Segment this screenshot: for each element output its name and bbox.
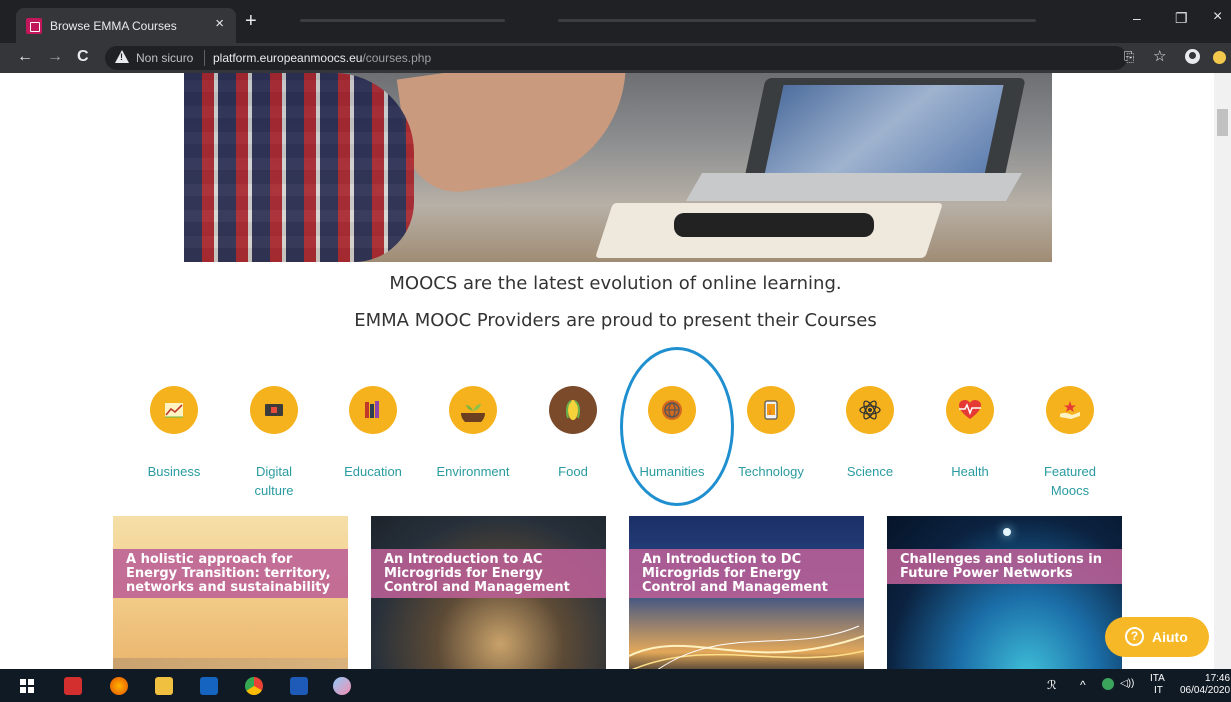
heartbeat-icon (946, 386, 994, 434)
category-environment[interactable]: Environment (423, 386, 523, 481)
category-label: Featured Moocs (1043, 464, 1097, 498)
translate-icon[interactable]: ⎘ (1124, 49, 1134, 65)
category-label: Food (558, 464, 588, 479)
category-food[interactable]: Food (523, 386, 623, 481)
keyboard-layout: IT (1154, 685, 1163, 696)
tab-title: Browse EMMA Courses (50, 19, 177, 33)
lead-text-line-1: MOOCS are the latest evolution of online… (389, 273, 842, 294)
divider (204, 50, 205, 66)
chrome-icon[interactable] (245, 677, 263, 695)
paint-icon[interactable] (333, 677, 351, 695)
firefox-icon[interactable] (110, 677, 128, 695)
extension-icon[interactable] (1213, 51, 1226, 64)
clock[interactable]: 17:46 06/04/2020 (1180, 673, 1230, 697)
corn-icon (549, 386, 597, 434)
browser-toolbar: ← → C Non sicuro platform.europeanmoocs.… (0, 43, 1231, 73)
course-card[interactable]: An Introduction to AC Microgrids for Ene… (371, 516, 606, 669)
category-label: Environment (436, 464, 510, 479)
language-code: ITA (1150, 673, 1165, 684)
category-science[interactable]: Science (820, 386, 920, 481)
category-digital-culture[interactable]: Digital culture (224, 386, 324, 500)
category-label: Science (846, 464, 894, 479)
file-explorer-icon[interactable] (155, 677, 173, 695)
hero-arm (396, 73, 642, 199)
category-label: Business (147, 464, 201, 479)
volume-icon[interactable]: ◁)) (1120, 678, 1134, 689)
books-icon (349, 386, 397, 434)
warning-icon[interactable] (115, 50, 129, 63)
course-title[interactable]: An Introduction to DC Microgrids for Ene… (629, 549, 864, 598)
category-label: Education (344, 464, 402, 479)
tab-placeholder (558, 19, 1036, 22)
outlook-icon[interactable] (200, 677, 218, 695)
windows-taskbar: ℛ ^ ◁)) ITA IT 17:46 06/04/2020 (0, 669, 1231, 702)
course-title[interactable]: A holistic approach for Energy Transitio… (113, 549, 348, 598)
close-window-button[interactable]: × (1213, 8, 1222, 26)
category-business[interactable]: Business (124, 386, 224, 481)
hero-image (184, 73, 1052, 262)
bookmark-star-icon[interactable]: ☆ (1153, 47, 1166, 65)
scrollbar-thumb[interactable] (1217, 109, 1228, 136)
business-chart-icon (150, 386, 198, 434)
help-icon: ? (1125, 627, 1144, 646)
card-light-spot (1003, 528, 1011, 536)
course-card[interactable]: A holistic approach for Energy Transitio… (113, 516, 348, 669)
word-icon[interactable] (290, 677, 308, 695)
help-button-label: Aiuto (1152, 629, 1188, 645)
back-button[interactable]: ← (17, 48, 33, 66)
clock-time: 17:46 (1205, 673, 1231, 684)
course-card[interactable]: An Introduction to DC Microgrids for Ene… (629, 516, 864, 669)
pdf-reader-icon[interactable] (64, 677, 82, 695)
tab-placeholder (300, 19, 505, 22)
sprout-icon (449, 386, 497, 434)
star-hand-icon (1046, 386, 1094, 434)
page-scrollbar[interactable] (1214, 73, 1231, 669)
url-text[interactable]: platform.europeanmoocs.eu/courses.php (213, 51, 431, 65)
category-label: Digital culture (254, 464, 294, 498)
emma-favicon-icon (26, 18, 42, 34)
reload-button[interactable]: C (77, 48, 89, 66)
tab-close-icon[interactable]: × (215, 15, 224, 32)
tray-chevron-icon[interactable]: ^ (1080, 678, 1086, 692)
category-health[interactable]: Health (920, 386, 1020, 481)
atom-icon (846, 386, 894, 434)
card-light-trails (629, 625, 864, 669)
tablet-icon (747, 386, 795, 434)
help-button[interactable]: ? Aiuto (1105, 617, 1209, 657)
security-label[interactable]: Non sicuro (136, 51, 193, 65)
category-technology[interactable]: Technology (721, 386, 821, 481)
new-tab-button[interactable]: + (245, 10, 257, 33)
category-label: Health (951, 464, 989, 479)
clock-date: 06/04/2020 (1180, 685, 1231, 696)
network-icon[interactable] (1102, 678, 1114, 690)
browser-tab-strip: Browse EMMA Courses × + – ❐ × (0, 0, 1231, 43)
people-icon[interactable]: ℛ (1047, 678, 1057, 692)
hero-keyboard (685, 173, 1023, 201)
category-label: Technology (738, 464, 804, 479)
url-path: /courses.php (362, 51, 432, 65)
page-content: MOOCS are the latest evolution of online… (0, 73, 1231, 669)
url-host: platform.europeanmoocs.eu (213, 51, 363, 65)
lead-text-line-2: EMMA MOOC Providers are proud to present… (354, 310, 877, 331)
card-skyline (113, 658, 348, 669)
course-title[interactable]: Challenges and solutions in Future Power… (887, 549, 1122, 584)
language-indicator[interactable]: ITA IT (1150, 673, 1165, 697)
minimize-button[interactable]: – (1133, 10, 1141, 26)
hero-shirt (184, 73, 414, 262)
hero-laptop-screen (764, 85, 1004, 175)
hero-phone (674, 213, 874, 237)
highlight-annotation (620, 347, 734, 506)
forward-button[interactable]: → (47, 48, 63, 66)
digital-screen-icon (250, 386, 298, 434)
browser-tab[interactable]: Browse EMMA Courses × (16, 8, 236, 43)
category-education[interactable]: Education (323, 386, 423, 481)
profile-icon[interactable] (1185, 49, 1200, 64)
address-bar[interactable]: Non sicuro platform.europeanmoocs.eu/cou… (105, 46, 1127, 70)
windows-start-icon[interactable] (20, 679, 34, 693)
restore-button[interactable]: ❐ (1175, 10, 1188, 27)
course-title[interactable]: An Introduction to AC Microgrids for Ene… (371, 549, 606, 598)
category-featured-moocs[interactable]: Featured Moocs (1020, 386, 1120, 500)
course-card[interactable]: Challenges and solutions in Future Power… (887, 516, 1122, 669)
